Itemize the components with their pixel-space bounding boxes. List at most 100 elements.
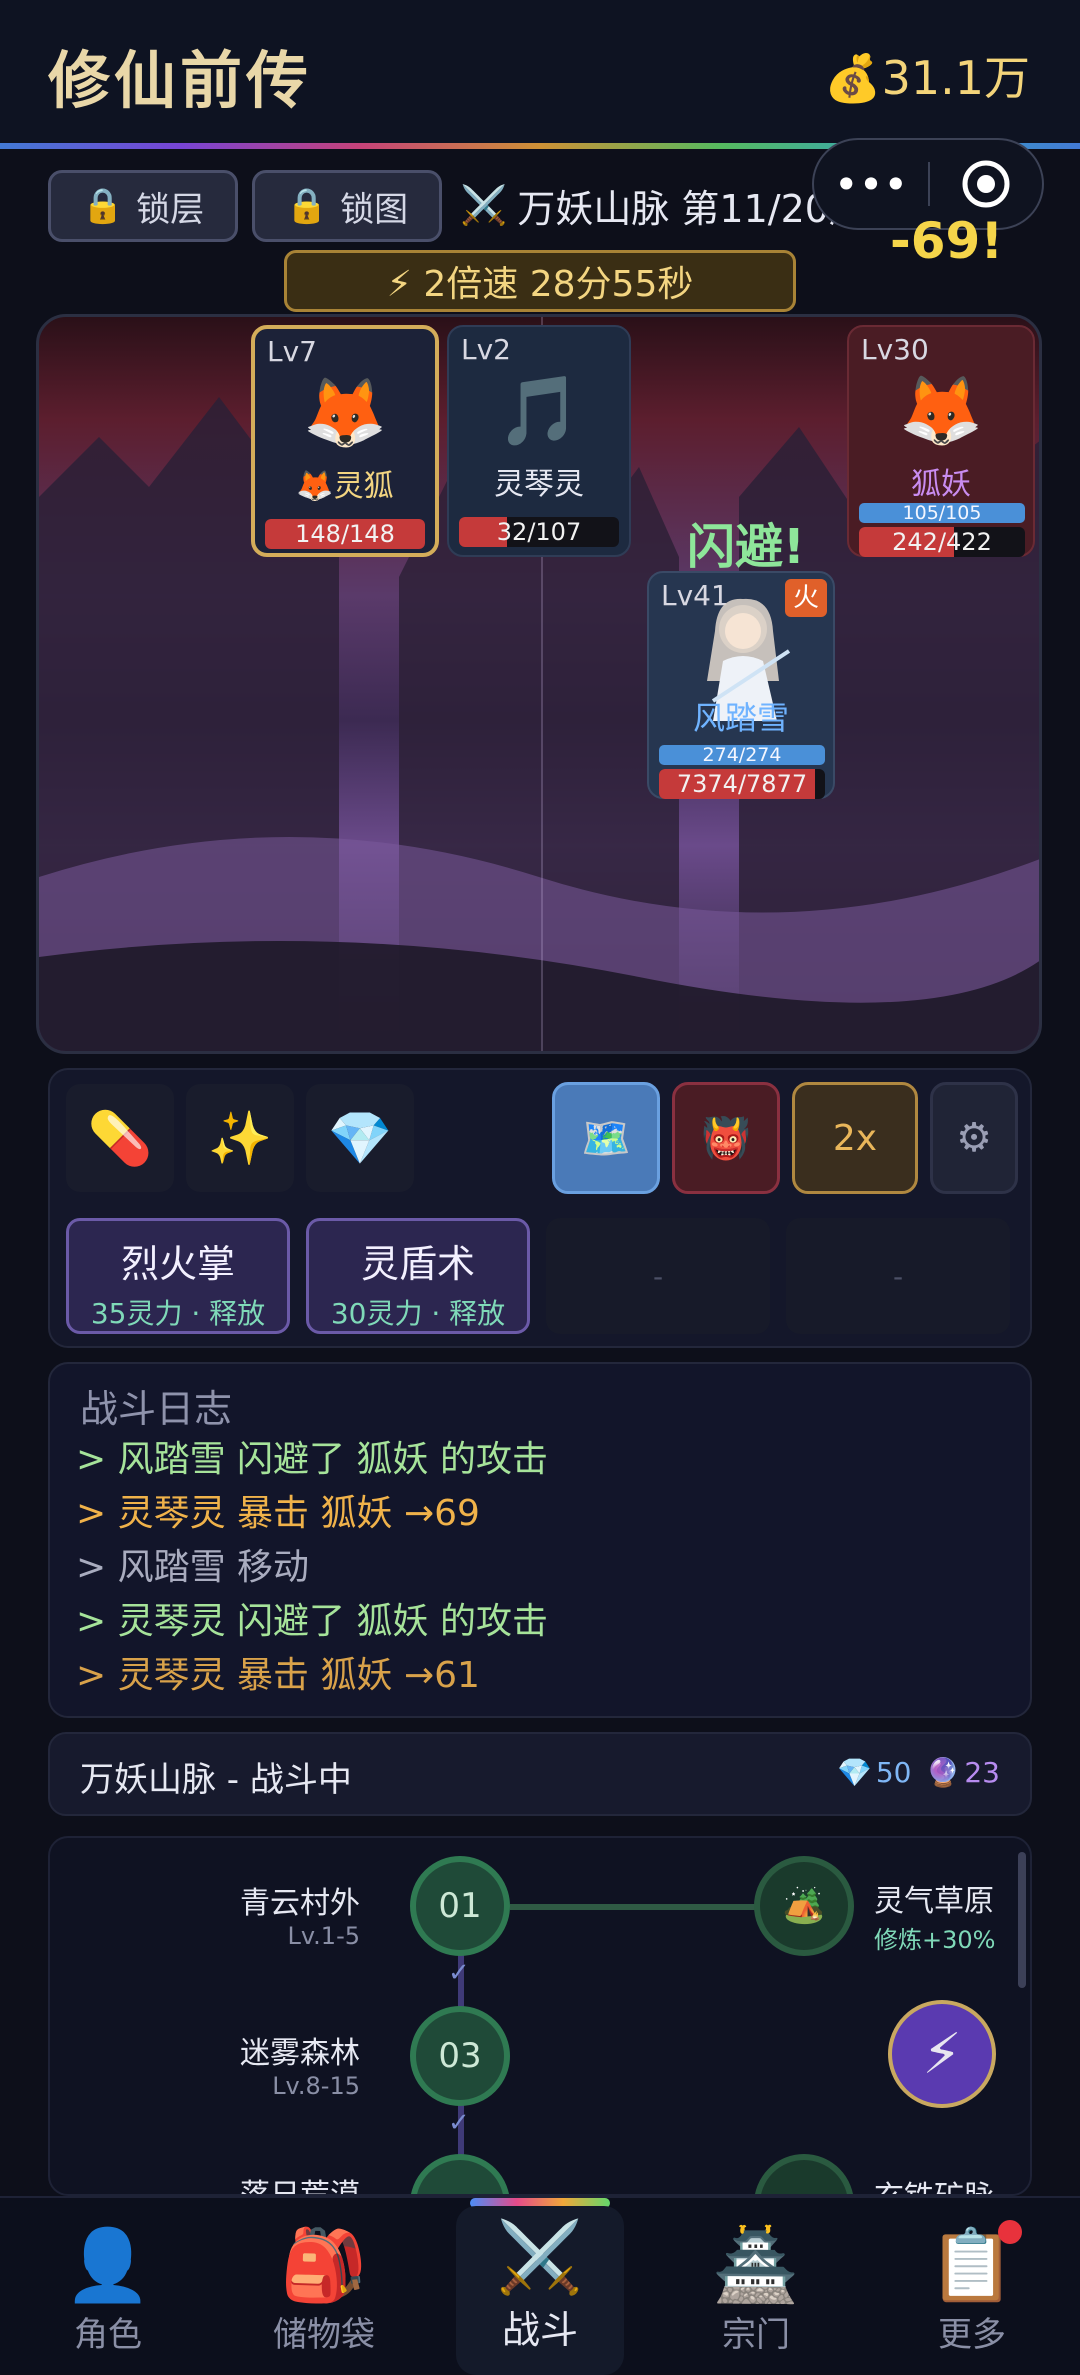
fox-icon: 🦊 bbox=[898, 372, 984, 451]
nav-tab-more[interactable]: 📋 更多 bbox=[864, 2198, 1080, 2375]
log-line: > 风踏雪 闪避了 狐妖 的攻击 bbox=[76, 1439, 548, 1480]
ally-hp-text: 32/107 bbox=[496, 518, 582, 546]
nav-tab-inventory[interactable]: 🎒 储物袋 bbox=[216, 2198, 432, 2375]
gold-amount: 31.1万 bbox=[881, 51, 1030, 105]
ally-hp-text: 148/148 bbox=[295, 520, 395, 548]
side-node-name: 灵气草原 bbox=[874, 1884, 994, 1919]
enemy-hp-bar: 242/422 bbox=[859, 527, 1025, 557]
lock-map-button[interactable]: 🔒 锁图 bbox=[252, 170, 442, 242]
world-map-button[interactable]: 🗺️ bbox=[552, 1082, 660, 1194]
map-scrollbar[interactable] bbox=[1018, 1852, 1026, 1988]
nav-tab-character[interactable]: 👤 角色 bbox=[0, 2198, 216, 2375]
ally-name: 灵琴灵 bbox=[494, 467, 584, 502]
fox-icon: 🦊 bbox=[302, 374, 388, 453]
map-node-01[interactable]: 01 bbox=[410, 1856, 510, 1956]
action-panel: 💊 ✨ 💎 🗺️ 👹 2x ⚙ 烈火掌 35灵力 · 释放 灵盾术 30灵力 ·… bbox=[48, 1068, 1032, 1348]
enemy-name: 狐妖 bbox=[911, 467, 971, 502]
skill-cost: 30灵力 · 释放 bbox=[330, 1297, 506, 1330]
music-note-icon: 🎵 bbox=[496, 372, 582, 451]
speed-toggle-button[interactable]: 2x bbox=[792, 1082, 918, 1194]
close-target-icon[interactable] bbox=[930, 159, 1042, 209]
skill-name: 灵盾术 bbox=[360, 1242, 475, 1286]
ally-hp-bar: 148/148 bbox=[265, 519, 425, 549]
ally-card-fox[interactable]: Lv7 🦊 🦊灵狐 148/148 bbox=[251, 325, 439, 557]
nav-label: 角色 bbox=[74, 2315, 142, 2355]
lightning-icon: ⚡ bbox=[922, 2021, 962, 2087]
nav-label: 战斗 bbox=[501, 2308, 578, 2352]
more-dots-icon[interactable]: ••• bbox=[814, 160, 928, 209]
gem-item-slot[interactable]: 💎 bbox=[306, 1084, 414, 1192]
lock-layer-label: 锁层 bbox=[136, 189, 205, 230]
demon-button[interactable]: 👹 bbox=[672, 1082, 780, 1194]
map-node-03[interactable]: 03 bbox=[410, 2006, 510, 2106]
quick-battle-button[interactable]: ⚡ bbox=[888, 2000, 996, 2108]
sparkle-item-slot[interactable]: ✨ bbox=[186, 1084, 294, 1192]
enemy-card-fox-demon[interactable]: Lv30 🦊 狐妖 105/105 242/422 bbox=[847, 325, 1035, 557]
skill-fire-palm-button[interactable]: 烈火掌 35灵力 · 释放 bbox=[66, 1218, 290, 1334]
person-icon: 👤 bbox=[64, 2224, 152, 2306]
lock-icon: 🔒 bbox=[285, 186, 329, 226]
map-node-info: 迷雾森林 Lv.8-15 bbox=[130, 2028, 360, 2100]
diamond-icon: 💎 bbox=[836, 1756, 872, 1789]
map-node-grassland[interactable]: 🏕️ bbox=[754, 1856, 854, 1956]
diamond-count: 50 bbox=[875, 1756, 912, 1789]
check-icon: ✓ bbox=[448, 2108, 470, 2138]
empty-skill-slot: - bbox=[546, 1218, 770, 1334]
side-node-name: 玄铁矿脉 bbox=[874, 2172, 994, 2194]
lock-map-label: 锁图 bbox=[340, 189, 409, 230]
side-node-info: 灵气草原 修炼+30% bbox=[874, 1876, 995, 1955]
nav-label: 储物袋 bbox=[273, 2315, 375, 2355]
ally-hp-bar: 32/107 bbox=[459, 517, 619, 547]
lock-icon: 🔒 bbox=[81, 186, 125, 226]
gem-icon: 💎 bbox=[327, 1108, 393, 1169]
currency-display: 💎 50 🔮 23 bbox=[837, 1756, 1000, 1789]
skill-name: 烈火掌 bbox=[120, 1242, 235, 1286]
map-node-info: 青云村外 Lv.1-5 bbox=[130, 1878, 360, 1950]
nav-tab-sect[interactable]: 🏯 宗门 bbox=[648, 2198, 864, 2375]
nav-label: 更多 bbox=[938, 2315, 1006, 2355]
backpack-icon: 🎒 bbox=[280, 2224, 368, 2306]
enemy-mp-bar: 105/105 bbox=[859, 503, 1025, 523]
map-node-name: 迷雾森林 bbox=[240, 2036, 360, 2071]
sparkles-icon: ✨ bbox=[207, 1108, 273, 1169]
map-node-range: Lv.8-15 bbox=[272, 2072, 360, 2100]
skill-spirit-shield-button[interactable]: 灵盾术 30灵力 · 释放 bbox=[306, 1218, 530, 1334]
player-mp-bar: 274/274 bbox=[659, 745, 825, 765]
gold-counter: 💰31.1万 bbox=[824, 42, 1030, 108]
pill-item-slot[interactable]: 💊 bbox=[66, 1084, 174, 1192]
battle-status-text: 万妖山脉 - 战斗中 bbox=[80, 1760, 352, 1800]
battle-log-panel: 战斗日志 > 风踏雪 闪避了 狐妖 的攻击 > 灵琴灵 暴击 狐妖 →69 > … bbox=[48, 1362, 1032, 1718]
lock-layer-button[interactable]: 🔒 锁层 bbox=[48, 170, 238, 242]
crossed-swords-icon: ⚔️ bbox=[460, 183, 508, 227]
player-hp-bar: 7374/7877 bbox=[659, 769, 825, 799]
app-header: 修仙前传 💰31.1万 bbox=[0, 0, 1080, 145]
ally-level: Lv2 bbox=[461, 333, 511, 366]
map-icon: 🗺️ bbox=[581, 1115, 631, 1162]
camping-icon: 🏕️ bbox=[782, 1886, 826, 1926]
enemy-mp-text: 105/105 bbox=[902, 502, 982, 524]
map-node-range: Lv.1-5 bbox=[287, 1922, 360, 1950]
player-mp-text: 274/274 bbox=[702, 744, 782, 766]
ally-card-lute[interactable]: Lv2 🎵 灵琴灵 32/107 bbox=[447, 325, 631, 557]
clipboard-icon: 📋 bbox=[928, 2224, 1016, 2306]
nav-label: 宗门 bbox=[722, 2315, 790, 2355]
notification-dot bbox=[998, 2220, 1022, 2244]
battle-log-title: 战斗日志 bbox=[80, 1387, 233, 1431]
ally-level: Lv7 bbox=[267, 335, 317, 368]
map-node-05[interactable] bbox=[410, 2154, 510, 2194]
nav-tab-battle[interactable]: ⚔️ 战斗 bbox=[456, 2206, 624, 2375]
log-line: > 风踏雪 移动 bbox=[76, 1547, 310, 1588]
map-node-info: 落日荒漠 bbox=[130, 2170, 360, 2194]
orb-count: 23 bbox=[964, 1756, 1000, 1789]
dodge-popup: 闪避! bbox=[687, 519, 805, 575]
map-node-iron-mine[interactable] bbox=[754, 2154, 854, 2194]
damage-popup: -69! bbox=[890, 212, 1004, 270]
player-card[interactable]: Lv41 火 风踏雪 274/274 7374/7877 bbox=[647, 571, 835, 799]
log-line: > 灵琴灵 暴击 狐妖 →69 bbox=[76, 1493, 480, 1534]
settings-button[interactable]: ⚙ bbox=[930, 1082, 1018, 1194]
map-title: ⚔️ 万妖山脉 第11/20层 bbox=[460, 178, 867, 233]
side-node-bonus: 修炼+30% bbox=[874, 1926, 996, 1954]
money-bag-icon: 💰 bbox=[824, 51, 882, 105]
skill-cost: 35灵力 · 释放 bbox=[90, 1297, 266, 1330]
enemy-hp-text: 242/422 bbox=[892, 528, 992, 556]
